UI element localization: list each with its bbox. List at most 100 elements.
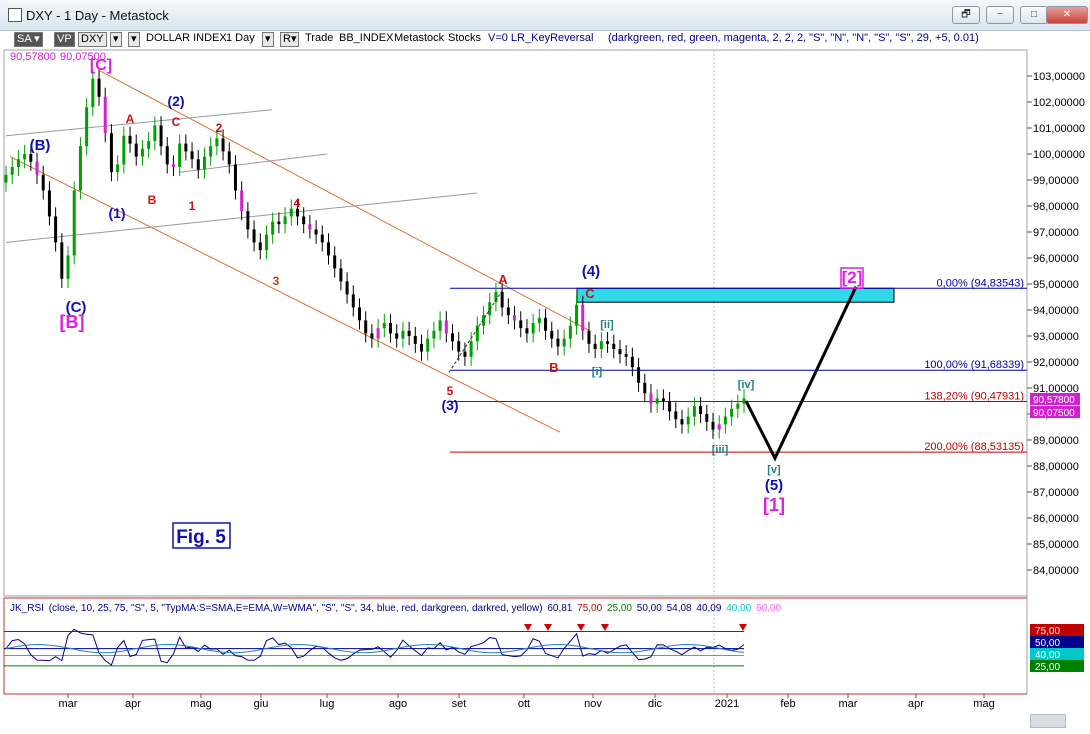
rsi-axis-tag-text: 40,00	[1035, 650, 1060, 661]
candle-body	[736, 403, 740, 409]
horizontal-scrollbar-thumb[interactable]	[1030, 714, 1066, 728]
rsi-axis-tag-text: 50,00	[1035, 638, 1060, 649]
candle-body	[339, 268, 343, 282]
candle-body	[54, 216, 58, 243]
candle-body	[320, 234, 324, 243]
candle-body	[215, 138, 219, 147]
wave-label: (4)	[582, 263, 600, 280]
candle-body	[680, 419, 684, 425]
candle-body	[23, 154, 27, 160]
candle-body	[506, 307, 510, 316]
candle-body	[271, 221, 275, 235]
candle-body	[345, 281, 349, 295]
candle-body	[116, 164, 120, 173]
candle-body	[568, 325, 572, 339]
candle-body	[66, 255, 70, 279]
candle-body	[29, 154, 33, 162]
candle-body	[668, 401, 672, 412]
candle-body	[221, 138, 225, 152]
candle-body	[47, 190, 51, 217]
candle-body	[413, 336, 417, 344]
candle-body	[103, 96, 107, 134]
y-tick-label: 95,00000	[1033, 279, 1079, 291]
rsi-axis-tag-text: 75,00	[1035, 626, 1060, 637]
candle-body	[60, 242, 64, 279]
wave-label: C	[585, 286, 595, 301]
x-tick-label: 2021	[715, 698, 739, 710]
candle-body	[550, 330, 554, 339]
x-tick-label: feb	[780, 698, 795, 710]
candle-body	[717, 424, 721, 430]
rsi-params: (close, 10, 25, 75, "S", 5, "TypMA:S=SMA…	[48, 603, 543, 614]
candle-body	[692, 406, 696, 417]
candle-body	[451, 333, 455, 342]
candle-body	[16, 159, 20, 167]
candle-body	[562, 338, 566, 347]
fib-label: 138,20% (90,47931)	[924, 391, 1024, 403]
rsi-axis-tag-text: 25,00	[1035, 662, 1060, 673]
candle-body	[128, 135, 132, 144]
price-high-label: 90,57800	[10, 51, 56, 63]
wave-label: (1)	[108, 205, 125, 221]
candle-body	[649, 393, 653, 404]
candle-body	[78, 146, 82, 191]
candle-body	[537, 317, 541, 323]
candle-body	[674, 411, 678, 420]
candle-body	[420, 343, 424, 352]
y-tick-label: 94,00000	[1033, 305, 1079, 317]
rsi-value: 60,00	[756, 603, 782, 614]
wave-label: A	[498, 272, 508, 287]
wave-label: (2)	[167, 93, 184, 109]
candle-body	[705, 414, 709, 422]
price-low-label: 90,07500	[60, 51, 106, 63]
candle-body	[364, 320, 368, 334]
wave-label: [2]	[842, 268, 863, 287]
y-tick-label: 97,00000	[1033, 227, 1079, 239]
wave-label: [1]	[763, 495, 785, 515]
candle-body	[202, 156, 206, 170]
candle-body	[513, 315, 517, 321]
price-tag-low-text: 90,07500	[1033, 408, 1075, 419]
x-tick-label: lug	[320, 698, 335, 710]
rsi-value: 60,81	[547, 603, 573, 614]
x-tick-label: apr	[125, 698, 141, 710]
candle-body	[85, 107, 89, 147]
candle-body	[159, 125, 163, 147]
x-tick-label: ott	[518, 698, 530, 710]
candle-body	[742, 398, 746, 404]
candle-body	[426, 338, 430, 352]
x-tick-label: dic	[648, 698, 663, 710]
wave-label: (B)	[30, 137, 51, 154]
candle-body	[469, 341, 473, 357]
candle-body	[246, 211, 250, 230]
candle-body	[444, 320, 448, 334]
x-tick-label: mar	[839, 698, 858, 710]
candle-body	[277, 221, 281, 225]
candle-body	[153, 125, 157, 141]
candle-body	[165, 146, 169, 165]
candle-body	[389, 323, 393, 334]
candle-body	[357, 307, 361, 321]
candle-body	[134, 143, 138, 157]
candle-body	[333, 255, 337, 269]
price-panel	[3, 49, 1028, 597]
y-tick-label: 100,00000	[1033, 149, 1085, 161]
candle-body	[41, 174, 45, 191]
wave-label: 2	[216, 121, 223, 135]
x-tick-label: mar	[59, 698, 78, 710]
candle-body	[196, 159, 200, 170]
candle-body	[618, 349, 622, 355]
x-tick-label: apr	[908, 698, 924, 710]
candle-body	[35, 161, 39, 175]
candle-body	[723, 416, 727, 425]
wave-label: [v]	[767, 464, 781, 476]
x-tick-label: mag	[190, 698, 211, 710]
candle-body	[147, 141, 151, 149]
candle-body	[370, 333, 374, 339]
candle-body	[240, 190, 244, 212]
candle-body	[91, 78, 95, 108]
y-tick-label: 89,00000	[1033, 435, 1079, 447]
candle-body	[227, 151, 231, 165]
candle-body	[302, 216, 306, 225]
y-tick-label: 98,00000	[1033, 201, 1079, 213]
